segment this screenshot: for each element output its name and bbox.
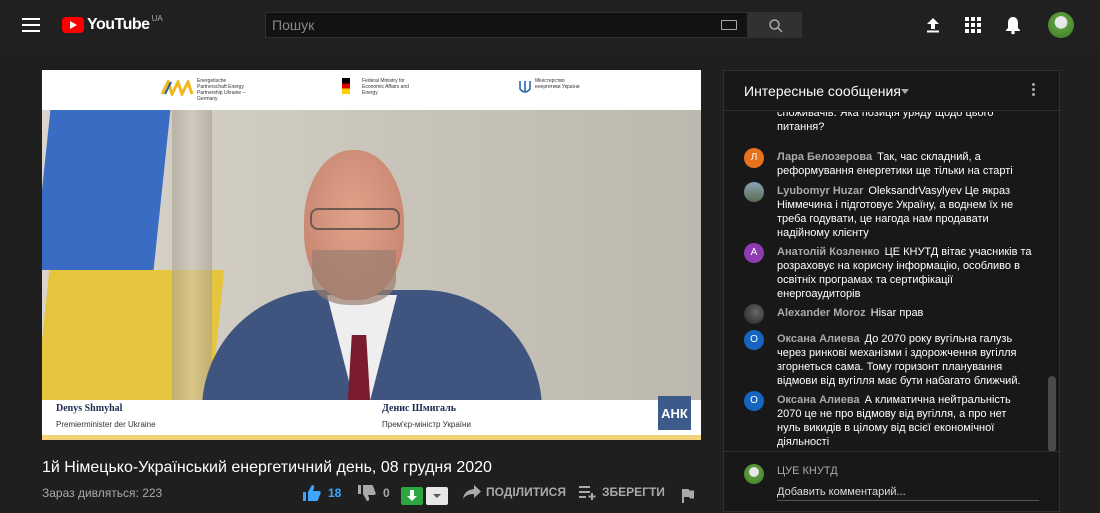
chat-message-body: Alexander Moroz Hisar прав xyxy=(777,306,1032,320)
curtain xyxy=(172,110,212,400)
chat-author[interactable]: Alexander Moroz xyxy=(777,307,866,319)
like-count: 18 xyxy=(328,486,342,500)
partner-1-text: Energetische Partnerschaft Energy Partne… xyxy=(197,78,246,102)
ukraine-flag xyxy=(42,110,171,270)
chat-author[interactable]: Лара Белозерова xyxy=(777,151,872,163)
speaker-name-de: Denys Shmyhal xyxy=(56,403,123,414)
share-button[interactable]: ПОДІЛИТИСЯ xyxy=(462,484,566,500)
chat-message-body: Lyubomyr Huzar OleksandrVasylyev Це якраз… xyxy=(777,184,1032,240)
live-chat: Интересные сообщения споживачів. Яка поз… xyxy=(723,70,1060,512)
chat-author[interactable]: Оксана Алиева xyxy=(777,394,860,406)
author-avatar[interactable]: О xyxy=(744,330,764,350)
menu-icon[interactable] xyxy=(22,18,40,32)
speaker-role-de: Premierminister der Ukraine xyxy=(56,420,156,429)
bell-icon[interactable] xyxy=(1003,15,1023,35)
chat-input-area: ЦУЕ КНУТД xyxy=(724,451,1059,513)
save-button[interactable]: ЗБЕРЕГТИ xyxy=(578,484,665,500)
chat-message-body: Оксана Алиева До 2070 року вугільна галуз… xyxy=(777,332,1032,388)
more-options-icon[interactable] xyxy=(1032,83,1036,98)
video-title: 1й Німецько-Український енергетичний ден… xyxy=(42,459,492,476)
apps-icon[interactable] xyxy=(963,15,983,35)
thumbs-down-icon xyxy=(358,485,376,501)
chat-message-text: Hisar прав xyxy=(870,307,924,319)
speaker-beard xyxy=(312,250,396,305)
search-icon xyxy=(769,19,783,33)
trident-icon xyxy=(519,81,531,93)
chevron-down-icon xyxy=(433,494,441,498)
logo-text: YouTube xyxy=(87,16,150,33)
thumbs-up-icon xyxy=(303,485,321,501)
author-avatar[interactable]: Л xyxy=(744,148,764,168)
dislike-count: 0 xyxy=(383,486,390,500)
chat-scrollbar[interactable] xyxy=(1048,376,1056,452)
save-label: ЗБЕРЕГТИ xyxy=(602,485,665,499)
my-avatar xyxy=(744,464,764,484)
search-box xyxy=(265,12,748,38)
logo-country: UA xyxy=(151,14,163,23)
download-button[interactable] xyxy=(401,487,423,505)
download-arrow-icon xyxy=(407,490,417,501)
dislike-button[interactable]: 0 xyxy=(357,484,390,502)
author-avatar[interactable] xyxy=(744,182,764,202)
my-channel-name: ЦУЕ КНУТД xyxy=(777,465,838,477)
top-bar: YouTube UA xyxy=(0,0,1100,50)
partner-3-text: Міністерство енергетики України xyxy=(535,78,580,90)
report-flag-icon[interactable] xyxy=(680,488,696,504)
video-frame xyxy=(42,110,701,400)
upload-icon[interactable] xyxy=(923,15,943,35)
view-count: Зараз дивляться: 223 xyxy=(42,486,163,500)
keyboard-icon[interactable] xyxy=(721,20,737,30)
chat-messages: споживачів. Яка позиція уряду щодо цього… xyxy=(724,112,1046,451)
youtube-play-icon xyxy=(62,17,84,33)
chat-author[interactable]: Анатолій Козленко xyxy=(777,246,880,258)
like-button[interactable]: 18 xyxy=(302,484,341,502)
chat-author[interactable]: Оксана Алиева xyxy=(777,333,860,345)
search-button[interactable] xyxy=(748,12,802,38)
lower-third-bar xyxy=(42,435,701,440)
partner-banner: Energetische Partnerschaft Energy Partne… xyxy=(42,70,701,110)
author-avatar[interactable]: О xyxy=(744,391,764,411)
german-flag-icon xyxy=(342,78,350,94)
download-options-button[interactable] xyxy=(426,487,448,505)
speaker-glasses xyxy=(310,208,400,230)
share-icon xyxy=(463,485,481,499)
share-label: ПОДІЛИТИСЯ xyxy=(486,485,566,499)
lower-third: Denys Shmyhal Premierminister der Ukrain… xyxy=(42,400,701,440)
chat-mode-label[interactable]: Интересные сообщения xyxy=(744,83,901,99)
playlist-add-icon xyxy=(579,486,596,500)
chat-message-body: Лара Белозерова Так, час складний, а рефо… xyxy=(777,150,1032,178)
chat-mode-dropdown-icon[interactable] xyxy=(901,89,909,94)
speaker-name-ua: Денис Шмигаль xyxy=(382,403,456,414)
channel-badge: АНК xyxy=(658,396,691,430)
youtube-logo[interactable]: YouTube UA xyxy=(62,14,163,34)
video-player[interactable]: Energetische Partnerschaft Energy Partne… xyxy=(42,70,701,440)
author-avatar[interactable] xyxy=(744,304,764,324)
account-avatar[interactable] xyxy=(1048,12,1074,38)
partner-2-text: Federal Ministry for Economic Affairs an… xyxy=(362,78,409,96)
search-input[interactable] xyxy=(266,17,706,33)
chat-message-text: споживачів. Яка позиція уряду щодо цього… xyxy=(777,112,994,133)
speaker-role-ua: Прем'єр-міністр України xyxy=(382,420,471,429)
chat-message-body: споживачів. Яка позиція уряду щодо цього… xyxy=(777,112,1032,134)
comment-input[interactable] xyxy=(777,483,1039,501)
chat-header: Интересные сообщения xyxy=(724,71,1059,111)
chat-message-body: Оксана Алиева А климатична нейтральність … xyxy=(777,393,1032,449)
author-avatar[interactable]: А xyxy=(744,243,764,263)
chat-author[interactable]: Lyubomyr Huzar xyxy=(777,185,863,197)
chat-message-body: Анатолій Козленко ЦЕ КНУТД вітає учасникі… xyxy=(777,245,1032,301)
energy-partnership-logo xyxy=(160,80,194,96)
